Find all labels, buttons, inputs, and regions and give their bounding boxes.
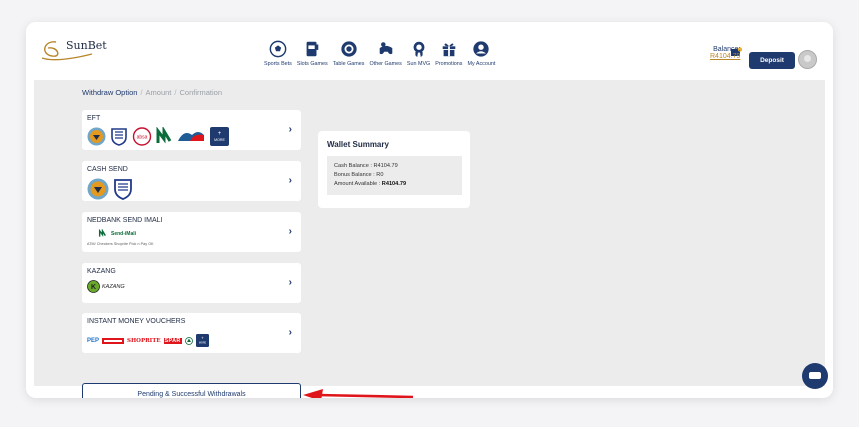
partner-stores: ATM/ Checkers Shoprite Pick n Pay OK <box>87 242 154 246</box>
amount-available-label: Amount Available : <box>334 181 382 187</box>
top-header: SunBet Sports Bets Slots Games Table Gam… <box>26 22 833 80</box>
balance-display: Balance: R4104.79 <box>710 46 740 60</box>
svg-text:absa: absa <box>137 135 148 141</box>
soccer-ball-icon <box>269 40 287 58</box>
nedbank-icon <box>98 229 106 237</box>
kazang-logo-text: KAZANG <box>102 283 125 290</box>
nedbank-logos: Send-iMali <box>98 229 136 238</box>
nav-label: My Account <box>467 61 496 67</box>
breadcrumb: Withdraw Option / Amount / Confirmation <box>82 88 223 97</box>
chat-button[interactable] <box>802 363 828 389</box>
svg-text:MORE: MORE <box>214 138 225 142</box>
poker-chip-icon <box>340 41 357 57</box>
spar-logo: SPAR <box>163 337 182 344</box>
chevron-right-icon: › <box>288 175 292 186</box>
nav-sports-bets[interactable]: Sports Bets <box>264 40 292 67</box>
nav-label: Other Games <box>369 61 402 67</box>
absa-icon: absa <box>132 127 152 146</box>
eft-bank-logos: absa + MORE <box>87 127 229 146</box>
voucher-store-logos: PEP SHOPRITE SPAR + MORE <box>87 334 209 347</box>
nav-other-games[interactable]: Other Games <box>370 40 402 67</box>
svg-text:+: + <box>218 131 222 137</box>
method-title: KAZANG <box>87 268 116 275</box>
slot-machine-icon <box>306 41 319 57</box>
chevron-right-icon: › <box>288 277 292 288</box>
chevron-right-icon: › <box>288 226 292 237</box>
wallet-summary-card: Wallet Summary Cash Balance : R4104.79 B… <box>318 131 470 208</box>
standard-bank-icon <box>111 128 127 146</box>
method-nedbank-send-imali[interactable]: NEDBANK SEND IMALI Send-iMali ATM/ Check… <box>82 212 301 252</box>
nav-label: Slots Games <box>296 61 328 67</box>
pep-logo: PEP <box>87 337 100 344</box>
balance-label: Balance: <box>713 46 741 53</box>
nav-label: Sun MVG <box>406 61 431 67</box>
svg-text:K: K <box>91 284 96 291</box>
method-title: EFT <box>87 115 101 122</box>
avatar[interactable] <box>798 50 817 69</box>
breadcrumb-withdraw-option[interactable]: Withdraw Option <box>82 88 137 97</box>
checkers-logo <box>102 337 125 344</box>
main-nav: Sports Bets Slots Games Table Games Othe… <box>264 40 500 67</box>
more-stores-icon: +MORE <box>195 334 209 347</box>
amount-available-value: R4104.79 <box>381 181 407 187</box>
chevron-right-icon: › <box>288 124 292 135</box>
brand-name: SunBet <box>66 39 107 52</box>
method-eft[interactable]: EFT absa + MORE › <box>82 110 301 150</box>
bonus-balance: Bonus Balance : R0 <box>334 172 384 178</box>
more-banks-icon: +MORE <box>210 127 229 146</box>
gift-icon <box>442 43 456 57</box>
annotation-arrow-icon <box>303 389 414 398</box>
deposit-button[interactable]: Deposit <box>749 52 795 69</box>
capitec-icon <box>87 178 109 200</box>
nav-my-account[interactable]: My Account <box>467 40 496 67</box>
shoprite-logo: SHOPRITE <box>127 337 161 344</box>
svg-text:MORE: MORE <box>198 342 206 345</box>
chevron-right-icon: › <box>288 327 292 338</box>
pending-successful-withdrawals-button[interactable]: Pending & Successful Withdrawals <box>82 383 301 398</box>
method-instant-money-vouchers[interactable]: INSTANT MONEY VOUCHERS PEP SHOPRITE SPAR… <box>82 313 301 353</box>
fnb-icon <box>178 132 204 141</box>
wallet-summary-title: Wallet Summary <box>327 140 389 149</box>
method-title: NEDBANK SEND IMALI <box>87 217 163 224</box>
breadcrumb-amount: Amount <box>145 88 172 97</box>
method-kazang[interactable]: KAZANG K KAZANG › <box>82 263 301 303</box>
wallet-summary-details: Cash Balance : R4104.79 Bonus Balance : … <box>327 156 462 195</box>
method-title: INSTANT MONEY VOUCHERS <box>87 318 186 325</box>
withdraw-panel: Withdraw Option / Amount / Confirmation EFT … <box>34 80 825 398</box>
capitec-icon <box>87 127 106 146</box>
cash-balance: Cash Balance : R4104.79 <box>334 163 398 169</box>
medal-icon <box>413 41 424 58</box>
user-icon <box>473 41 490 57</box>
method-cash-send[interactable]: CASH SEND › <box>82 161 301 201</box>
nav-label: Table Games <box>332 61 365 67</box>
amount-available: Amount Available : R4104.79 <box>334 180 462 189</box>
cash-send-logos <box>87 178 133 200</box>
standard-bank-icon <box>114 179 132 200</box>
nedbank-icon <box>156 127 172 144</box>
nav-label: Promotions <box>435 61 463 67</box>
nav-table-games[interactable]: Table Games <box>333 40 365 67</box>
breadcrumb-confirmation: Confirmation <box>179 88 223 97</box>
nav-label: Sports Bets <box>264 61 292 67</box>
send-imali-label: Send-iMali <box>111 230 137 237</box>
nav-slots-games[interactable]: Slots Games <box>297 40 328 67</box>
spar-tree-icon <box>184 336 193 345</box>
nav-promotions[interactable]: Promotions <box>435 40 463 67</box>
balance-amount[interactable]: R4104.79 <box>710 53 740 60</box>
method-title: CASH SEND <box>87 166 128 173</box>
nav-sun-mvg[interactable]: Sun MVG <box>407 40 430 67</box>
page-card: SunBet Sports Bets Slots Games Table Gam… <box>26 22 833 398</box>
kazang-logos: K KAZANG <box>87 280 125 293</box>
kazang-icon: K <box>87 280 100 293</box>
controller-icon <box>379 42 392 55</box>
